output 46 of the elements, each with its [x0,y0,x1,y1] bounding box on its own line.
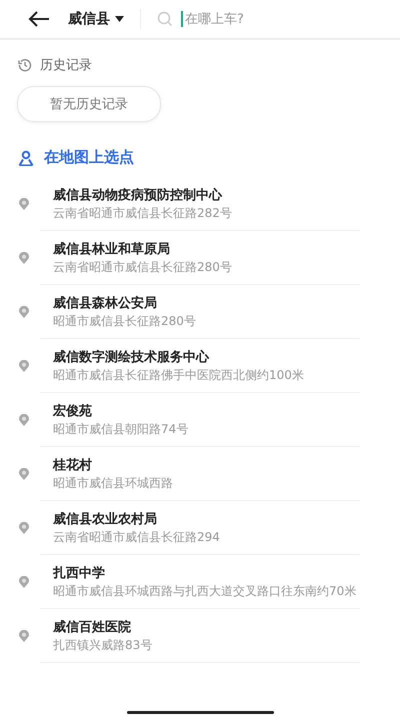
place-address: 昭通市威信县长征路佛手中医院西北侧约100米 [53,367,304,384]
place-item[interactable]: 扎西中学 昭通市威信县环城西路与扎西大道交叉路口往东南约70米 [0,555,400,609]
caret-icon [115,16,124,22]
place-address: 昭通市威信县环城西路 [53,475,173,492]
place-item[interactable]: 威信百姓医院 扎西镇兴威路83号 [0,609,400,663]
back-icon[interactable] [28,11,50,27]
place-item[interactable]: 威信县农业农村局 云南省昭通市威信县长征路294 [0,501,400,555]
pin-icon [19,360,29,372]
place-name: 威信百姓医院 [53,618,132,637]
place-item[interactable]: 桂花村 昭通市威信县环城西路 [0,447,400,501]
place-name: 威信县动物疫病预防控制中心 [53,186,224,205]
place-item[interactable]: 威信县林业和草原局 云南省昭通市威信县长征路280号 [0,231,400,285]
place-address: 云南省昭通市威信县长征路294 [53,529,220,546]
place-name: 扎西中学 [53,565,106,583]
search-field[interactable]: 在哪上车? [183,12,305,26]
place-address: 扎西镇兴威路83号 [53,637,152,654]
pin-icon [19,252,29,264]
place-name: 威信县林业和草原局 [53,241,171,259]
pin-icon [19,306,29,318]
place-address: 昭通市威信县长征路280号 [53,313,196,330]
empty-history-chip: 暂无历史记录 [17,86,161,122]
history-title: 历史记录 [40,57,92,74]
place-name: 宏俊苑 [53,402,93,421]
place-address: 昭通市威信县朝阳路74号 [53,421,188,438]
place-name: 桂花村 [53,457,93,475]
place-name: 威信县农业农村局 [53,511,158,529]
pin-icon [19,630,29,642]
place-address: 云南省昭通市威信县长征路282号 [53,205,232,222]
pin-icon [19,468,29,480]
place-item[interactable]: 威信县森林公安局 昭通市威信县长征路280号 [0,285,400,339]
place-item[interactable]: 宏俊苑 昭通市威信县朝阳路74号 [0,393,400,447]
pin-icon [19,576,29,588]
place-name: 威信县森林公安局 [53,294,158,313]
place-address: 昭通市威信县环城西路与扎西大道交叉路口往东南约70米 [53,583,356,600]
history-icon [18,58,32,72]
pin-icon [19,198,29,210]
place-name: 威信数字测绘技术服务中心 [53,348,210,367]
place-item[interactable]: 威信数字测绘技术服务中心 昭通市威信县长征路佛手中医院西北侧约100米 [0,339,400,393]
person-pin-icon [18,150,34,166]
place-address: 云南省昭通市威信县长征路280号 [53,259,232,276]
pick-on-map-link[interactable]: 在地图上选点 [44,148,134,167]
search-icon [157,11,173,27]
place-item[interactable]: 威信县动物疫病预防控制中心 云南省昭通市威信县长征路282号 [0,177,400,231]
city-dropdown[interactable]: 威信县 [68,10,124,28]
pin-icon [19,414,29,426]
pin-icon [19,522,29,534]
